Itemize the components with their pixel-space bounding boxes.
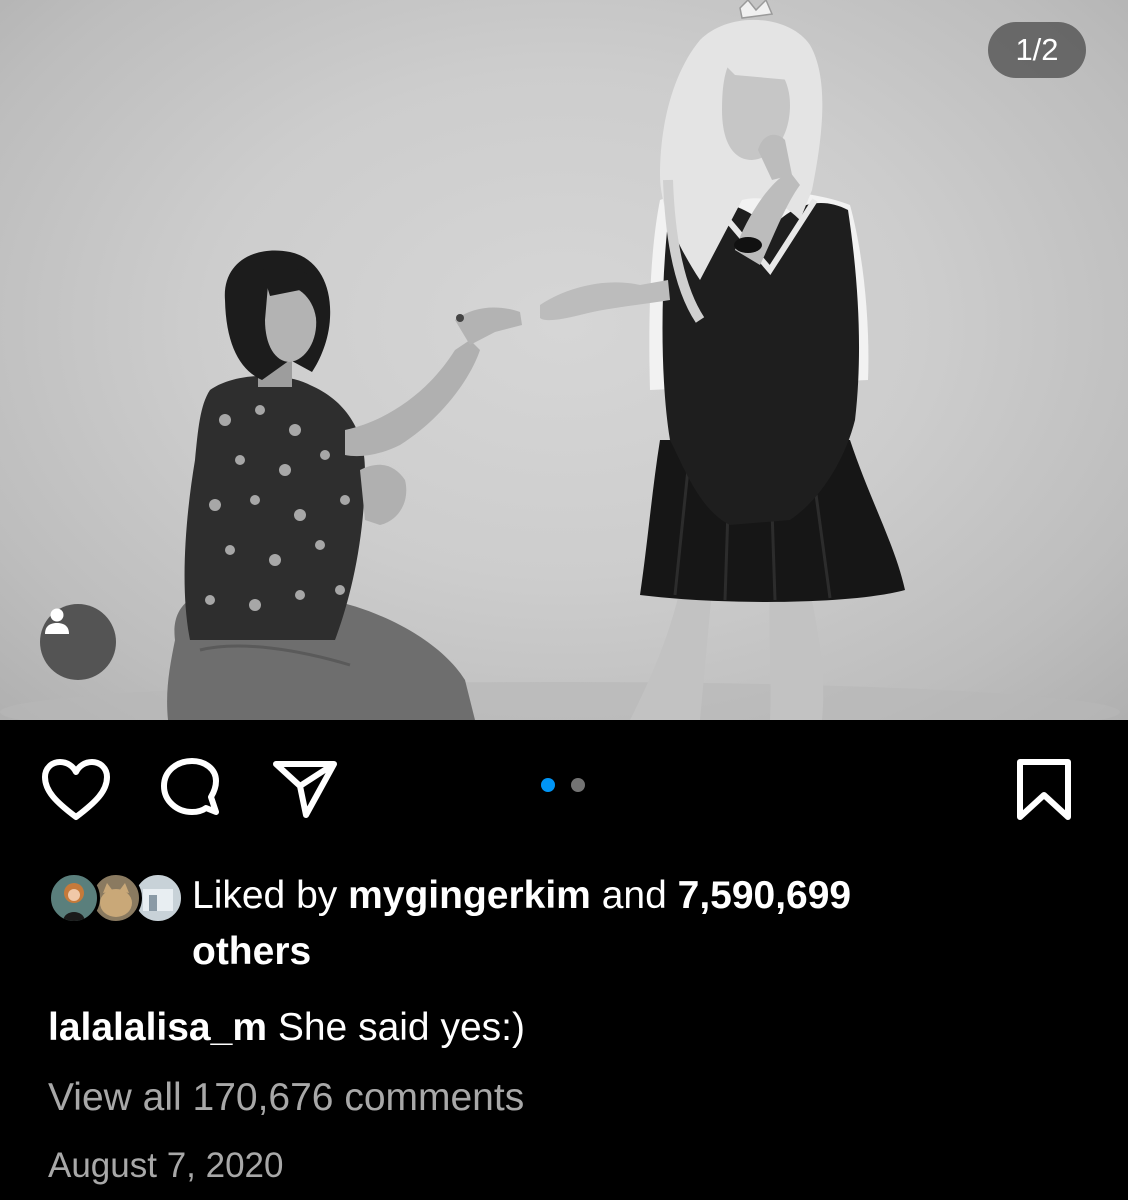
liker-username-link[interactable]: mygingerkim — [348, 874, 591, 917]
post-date: August 7, 2020 — [48, 1146, 284, 1185]
comment-bubble-icon[interactable] — [156, 757, 226, 825]
photo-illustration — [0, 0, 1120, 720]
heart-icon[interactable] — [40, 757, 112, 823]
kneeling-person-figure — [167, 250, 522, 720]
carousel-dots — [541, 778, 591, 792]
carousel-dot-active — [541, 778, 555, 792]
likes-prefix: Liked by — [192, 874, 338, 917]
post-caption: lalalalisa_m She said yes:) — [48, 1002, 525, 1054]
likes-joiner: and — [601, 874, 667, 917]
carousel-dot-inactive — [571, 778, 585, 792]
paper-plane-icon[interactable] — [272, 759, 340, 819]
carousel-page-counter: 1/2 — [988, 22, 1086, 78]
standing-person-figure — [540, 0, 905, 720]
caption-text: She said yes:) — [277, 1006, 525, 1049]
likes-text: Liked by mygingerkim and 7,590,699 other… — [192, 868, 1092, 980]
liker-avatars — [48, 872, 184, 924]
likes-count[interactable]: 7,590,699 — [678, 874, 852, 917]
bookmark-icon[interactable] — [1014, 757, 1074, 823]
view-all-comments-link[interactable]: View all 170,676 comments — [48, 1072, 524, 1124]
caption-username-link[interactable]: lalalalisa_m — [48, 1006, 267, 1049]
likes-others[interactable]: others — [192, 930, 311, 973]
avatar — [48, 872, 100, 924]
post-photo[interactable]: 1/2 — [0, 0, 1128, 720]
person-icon — [45, 608, 69, 634]
tagged-people-button[interactable] — [40, 604, 116, 680]
